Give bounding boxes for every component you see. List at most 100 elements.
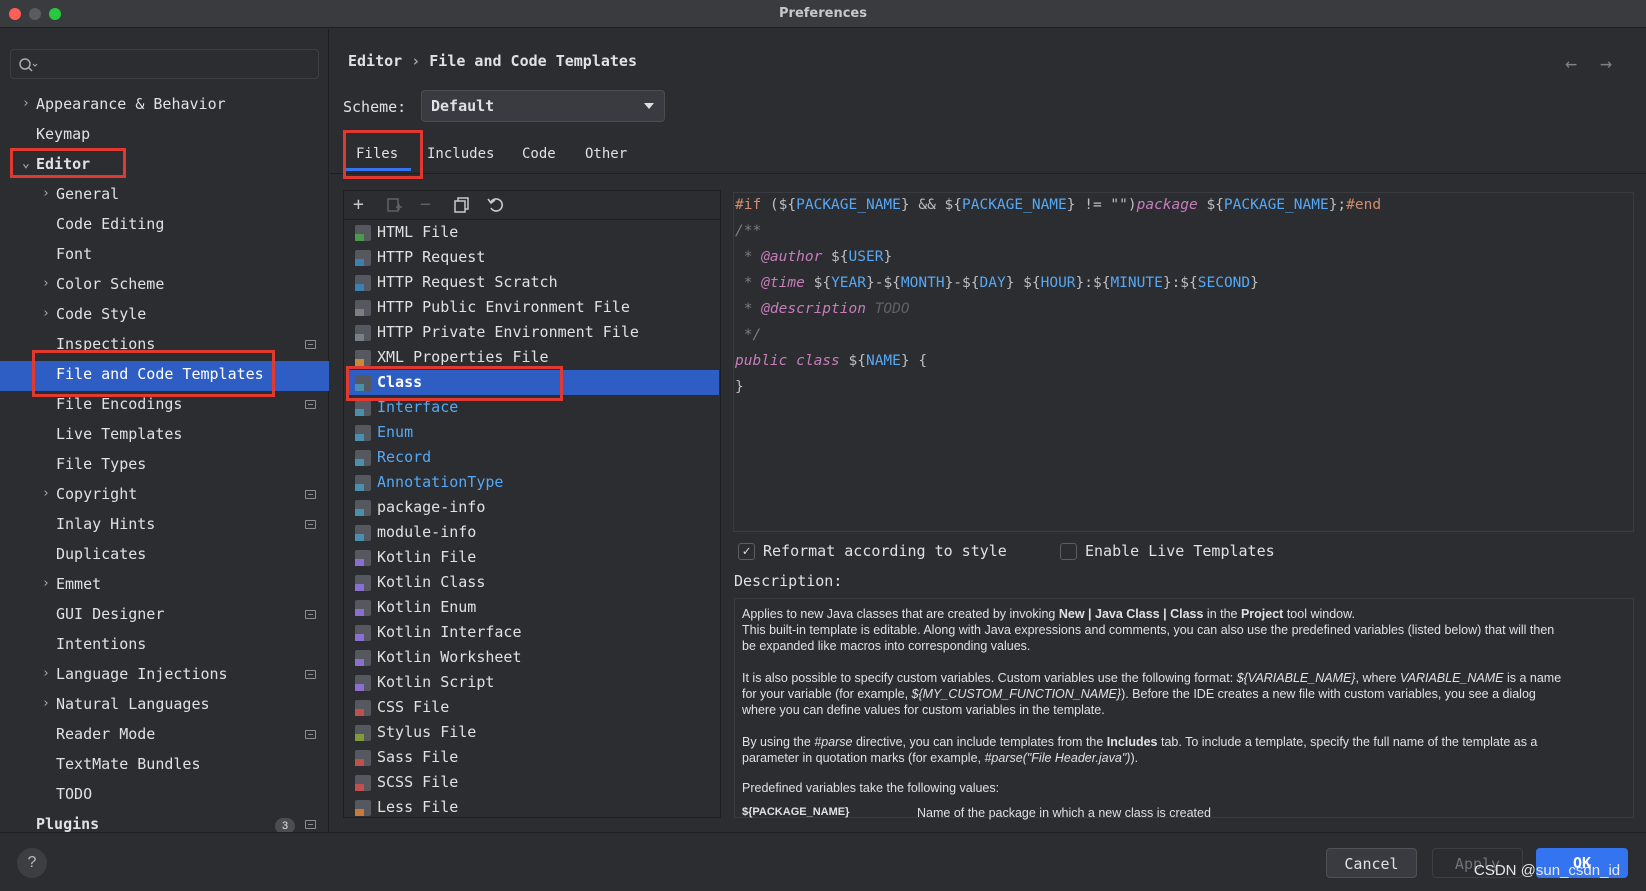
- template-list-item-label: package-info: [377, 498, 486, 516]
- template-list-item[interactable]: HTML File: [347, 220, 719, 245]
- enable-live-templates-label[interactable]: Enable Live Templates: [1085, 542, 1275, 560]
- add-icon[interactable]: +: [353, 194, 364, 215]
- template-list-item[interactable]: Record: [347, 445, 719, 470]
- template-list-item[interactable]: HTTP Public Environment File: [347, 295, 719, 320]
- tab-other[interactable]: Other: [585, 146, 627, 162]
- settings-search-input[interactable]: [10, 49, 319, 79]
- template-list-item-label: HTTP Private Environment File: [377, 323, 639, 341]
- template-list-item-label: HTTP Public Environment File: [377, 298, 630, 316]
- annotation-highlight-box: [346, 366, 563, 401]
- template-list-item[interactable]: HTTP Request: [347, 245, 719, 270]
- enable-live-templates-checkbox[interactable]: [1060, 543, 1077, 560]
- file-type-icon: [355, 800, 371, 816]
- add-child-icon[interactable]: [385, 196, 403, 214]
- template-list-item-label: Record: [377, 448, 432, 466]
- help-button[interactable]: ?: [17, 848, 47, 878]
- chevron-right-icon: ›: [42, 696, 50, 711]
- file-type-icon: [355, 300, 371, 316]
- template-list-item-label: AnnotationType: [377, 473, 504, 491]
- annotation-highlight-box: [343, 130, 423, 179]
- template-list-item[interactable]: HTTP Request Scratch: [347, 270, 719, 295]
- template-list-item-label: HTML File: [377, 223, 459, 241]
- file-type-icon: [355, 400, 371, 416]
- template-list-item-label: Sass File: [377, 748, 459, 766]
- sidebar-item-live-templates[interactable]: Live Templates: [56, 419, 182, 449]
- description-label: Description:: [734, 572, 843, 590]
- sidebar-item-todo[interactable]: TODO: [56, 779, 92, 809]
- forward-arrow-icon[interactable]: →: [1600, 51, 1612, 75]
- template-list-item-label: Kotlin Script: [377, 673, 495, 691]
- file-type-icon: [355, 725, 371, 741]
- sidebar-item-duplicates[interactable]: Duplicates: [56, 539, 146, 569]
- annotation-highlight-box: [32, 350, 275, 397]
- remove-icon[interactable]: −: [420, 194, 431, 215]
- template-list-item[interactable]: Kotlin Class: [347, 570, 719, 595]
- reset-icon[interactable]: [487, 196, 505, 214]
- tab-divider: [330, 173, 1646, 174]
- file-type-icon: [355, 325, 371, 341]
- template-list-item-label: HTTP Request: [377, 248, 486, 266]
- template-list-item[interactable]: CSS File: [347, 695, 719, 720]
- window-title: Preferences: [779, 6, 867, 21]
- code-line-3: * @author ${USER}: [735, 249, 893, 265]
- sidebar-item-font[interactable]: Font: [56, 239, 92, 269]
- sidebar-item-gui-designer[interactable]: GUI Designer: [56, 599, 164, 629]
- template-list-item-label: Stylus File: [377, 723, 477, 741]
- sidebar-item-code-editing[interactable]: Code Editing: [56, 209, 164, 239]
- file-type-icon: [355, 525, 371, 541]
- project-level-icon: [305, 520, 316, 529]
- template-list-item[interactable]: package-info: [347, 495, 719, 520]
- template-list-item[interactable]: Kotlin Worksheet: [347, 645, 719, 670]
- back-arrow-icon[interactable]: ←: [1565, 51, 1577, 75]
- scheme-label: Scheme:: [343, 98, 407, 116]
- sidebar-item-keymap[interactable]: Keymap: [36, 119, 90, 149]
- reformat-label[interactable]: Reformat according to style: [763, 542, 1007, 560]
- template-list-item[interactable]: Kotlin File: [347, 545, 719, 570]
- tab-includes[interactable]: Includes: [427, 146, 494, 162]
- project-level-icon: [305, 400, 316, 409]
- template-list-item[interactable]: Kotlin Interface: [347, 620, 719, 645]
- template-list-item[interactable]: Enum: [347, 420, 719, 445]
- copy-icon[interactable]: [453, 196, 471, 214]
- chevron-right-icon: ›: [42, 576, 50, 591]
- file-type-icon: [355, 700, 371, 716]
- variable-description: Name of the package in which a new class…: [917, 806, 1211, 820]
- code-line-4: * @time ${YEAR}-${MONTH}-${DAY} ${HOUR}:…: [735, 275, 1259, 291]
- sidebar-item-intentions[interactable]: Intentions: [56, 629, 146, 659]
- file-type-icon: [355, 650, 371, 666]
- breadcrumb-separator: ›: [411, 52, 421, 70]
- sidebar-item-textmate-bundles[interactable]: TextMate Bundles: [56, 749, 201, 779]
- scheme-dropdown[interactable]: Default: [421, 90, 665, 122]
- chevron-right-icon: ›: [42, 486, 50, 501]
- template-list-item[interactable]: Stylus File: [347, 720, 719, 745]
- template-list-item-label: module-info: [377, 523, 477, 541]
- template-list-item[interactable]: Sass File: [347, 745, 719, 770]
- template-list-item[interactable]: HTTP Private Environment File: [347, 320, 719, 345]
- template-list-item[interactable]: SCSS File: [347, 770, 719, 795]
- file-type-icon: [355, 450, 371, 466]
- description-text: for your variable (for example, ${MY_CUS…: [742, 687, 1536, 701]
- sidebar-item-file-types[interactable]: File Types: [56, 449, 146, 479]
- template-list-item[interactable]: Kotlin Script: [347, 670, 719, 695]
- file-type-icon: [355, 675, 371, 691]
- file-type-icon: [355, 625, 371, 641]
- file-type-icon: [355, 550, 371, 566]
- sidebar-item-inlay-hints[interactable]: Inlay Hints: [56, 509, 155, 539]
- tab-code[interactable]: Code: [522, 146, 556, 162]
- title-bar: Preferences: [0, 0, 1646, 28]
- sidebar-item-reader-mode[interactable]: Reader Mode: [56, 719, 155, 749]
- project-level-icon: [305, 670, 316, 679]
- file-type-icon: [355, 350, 371, 366]
- cancel-button[interactable]: Cancel: [1326, 848, 1417, 878]
- template-list-item[interactable]: AnnotationType: [347, 470, 719, 495]
- template-list-item[interactable]: Less File: [347, 795, 719, 820]
- breadcrumb: Editor › File and Code Templates: [348, 52, 637, 70]
- template-list-item[interactable]: Kotlin Enum: [347, 595, 719, 620]
- template-list-item[interactable]: module-info: [347, 520, 719, 545]
- template-list-item-label: Kotlin Worksheet: [377, 648, 522, 666]
- breadcrumb-parent[interactable]: Editor: [348, 52, 402, 70]
- reformat-checkbox[interactable]: ✓: [738, 543, 755, 560]
- template-list-item-label: Less File: [377, 798, 459, 816]
- project-level-icon: [305, 340, 316, 349]
- file-type-icon: [355, 275, 371, 291]
